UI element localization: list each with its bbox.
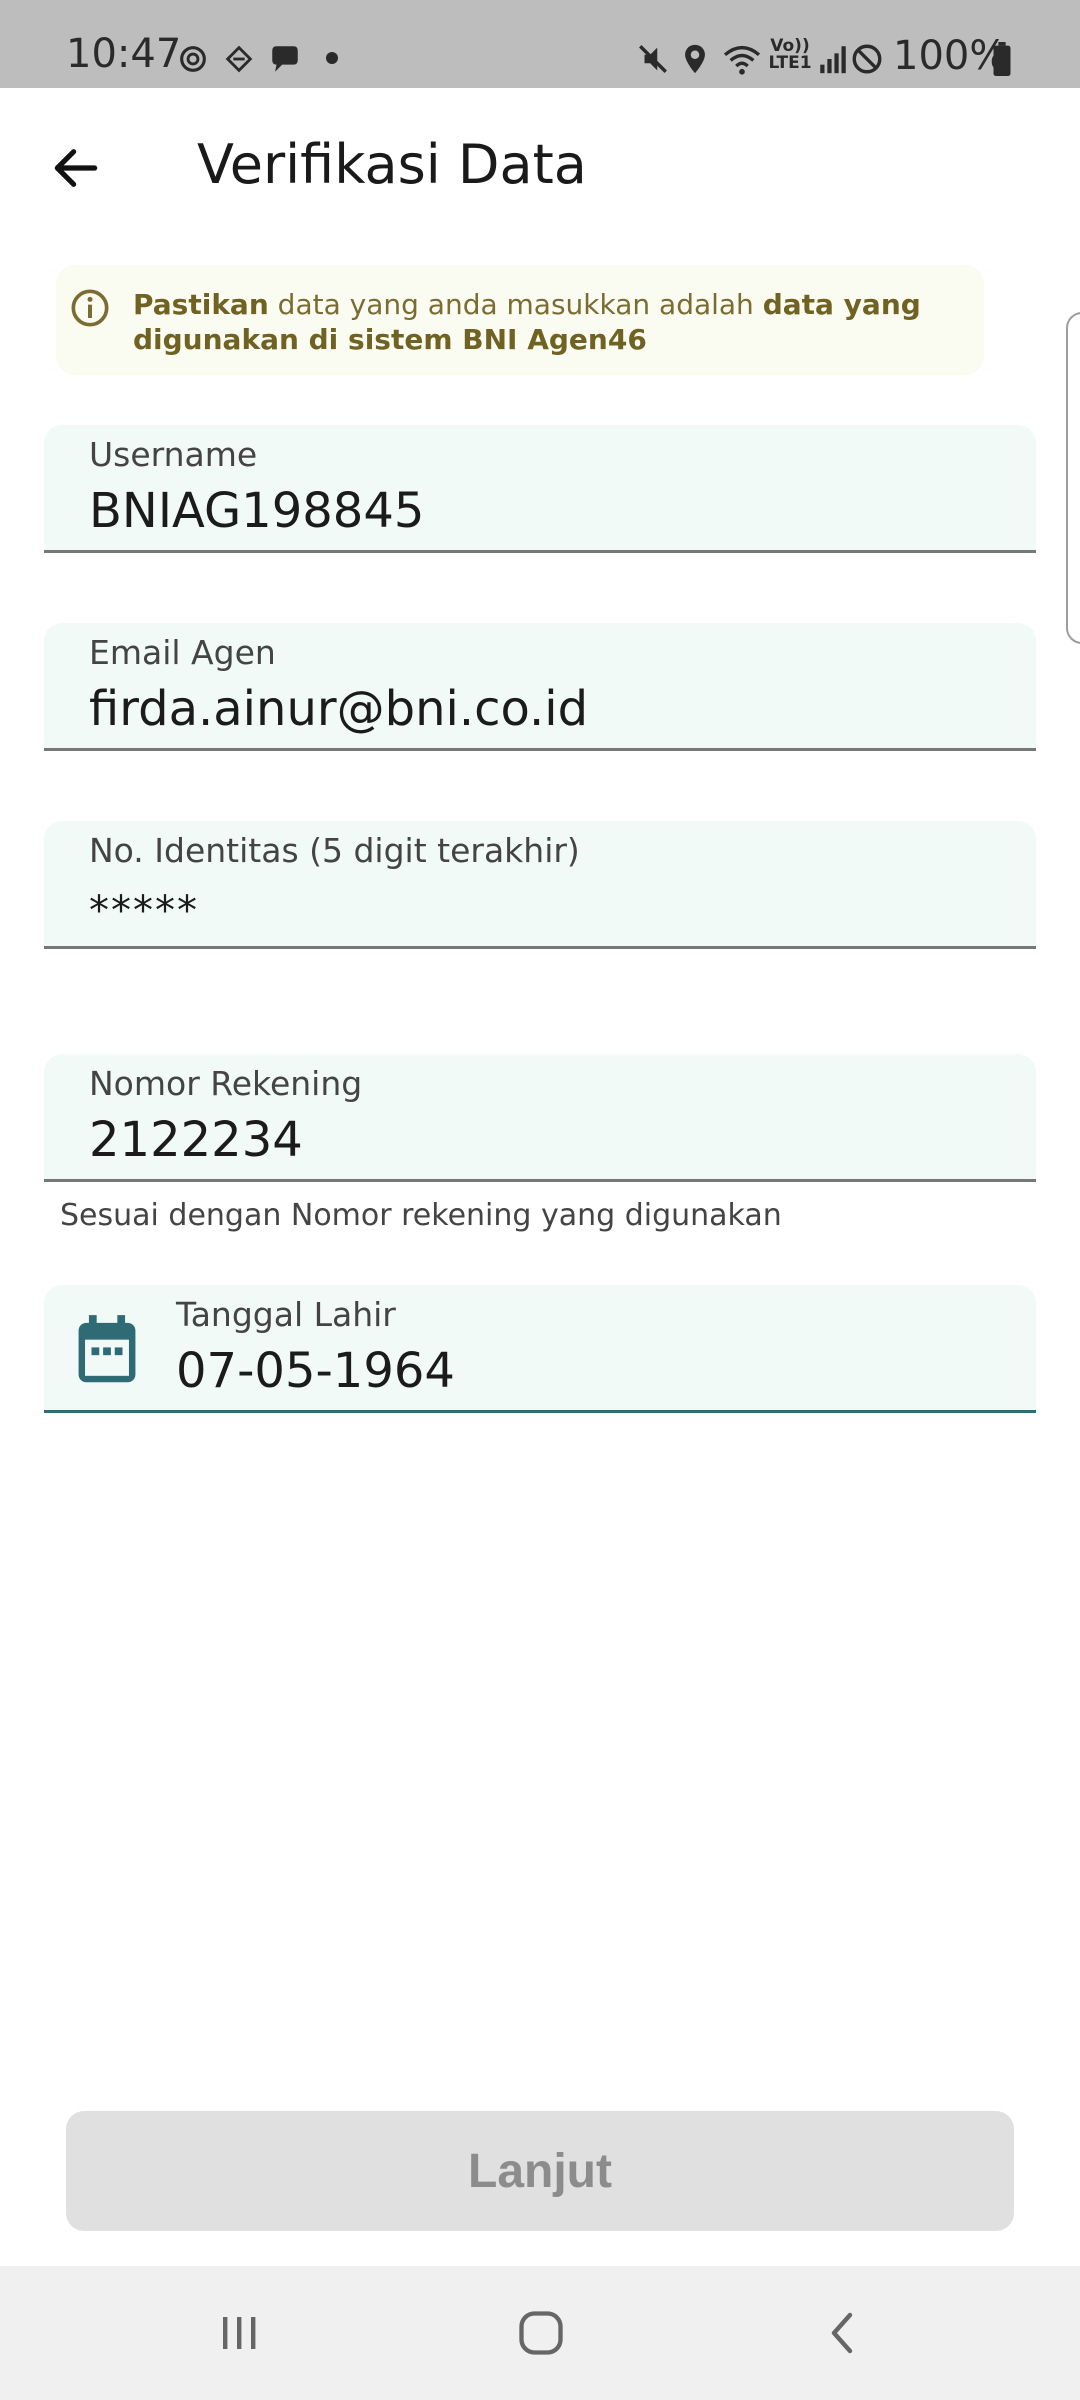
username-label: Username xyxy=(89,435,258,474)
next-button-label: Lanjut xyxy=(468,2144,612,2198)
wifi-icon xyxy=(723,45,761,75)
recents-icon xyxy=(223,2317,256,2349)
back-chevron-icon xyxy=(831,2312,853,2354)
more-notifications-dot-icon xyxy=(326,52,338,64)
info-circle-icon xyxy=(71,289,109,327)
next-button[interactable]: Lanjut xyxy=(66,2111,1014,2231)
email-label: Email Agen xyxy=(89,633,276,672)
recents-button[interactable] xyxy=(194,2290,284,2376)
birthdate-value: 07-05-1964 xyxy=(176,1343,455,1399)
identity-number-field[interactable]: No. Identitas (5 digit terakhir) ***** xyxy=(44,821,1036,949)
scrollbar-thumb[interactable] xyxy=(1066,312,1080,644)
identity-number-label: No. Identitas (5 digit terakhir) xyxy=(89,831,580,870)
username-value: BNIAG198845 xyxy=(89,483,425,539)
calendar-icon xyxy=(78,1315,136,1383)
location-icon xyxy=(685,44,705,74)
settings-notification-icon xyxy=(180,46,206,72)
birthdate-label: Tanggal Lahir xyxy=(176,1295,396,1334)
arrow-left-icon xyxy=(54,149,98,187)
blocked-icon xyxy=(852,44,882,74)
username-field[interactable]: Username BNIAG198845 xyxy=(44,425,1036,553)
system-back-button[interactable] xyxy=(799,2290,889,2376)
identity-number-value: ***** xyxy=(89,888,199,934)
birthdate-field[interactable]: Tanggal Lahir 07-05-1964 xyxy=(44,1285,1036,1413)
app-notification-icon xyxy=(225,45,253,73)
mute-icon xyxy=(639,45,667,73)
back-button[interactable] xyxy=(40,132,112,204)
network-type-label: Vo)) LTE1 xyxy=(768,36,812,73)
account-number-helper-text: Sesuai dengan Nomor rekening yang diguna… xyxy=(60,1198,782,1233)
account-number-label: Nomor Rekening xyxy=(89,1064,363,1103)
email-field[interactable]: Email Agen firda.ainur@bni.co.id xyxy=(44,623,1036,751)
signal-icon xyxy=(820,46,846,74)
status-time: 10:47 xyxy=(66,31,182,77)
chat-notification-icon xyxy=(272,46,298,72)
home-button[interactable] xyxy=(496,2290,586,2376)
page-title: Verifikasi Data xyxy=(197,133,587,196)
battery-icon xyxy=(993,42,1011,76)
home-icon xyxy=(519,2311,563,2355)
account-number-value: 2122234 xyxy=(89,1112,303,1168)
email-value: firda.ainur@bni.co.id xyxy=(89,681,589,737)
account-number-field[interactable]: Nomor Rekening 2122234 xyxy=(44,1054,1036,1182)
info-message: Pastikan data yang anda masukkan adalah … xyxy=(133,288,921,356)
